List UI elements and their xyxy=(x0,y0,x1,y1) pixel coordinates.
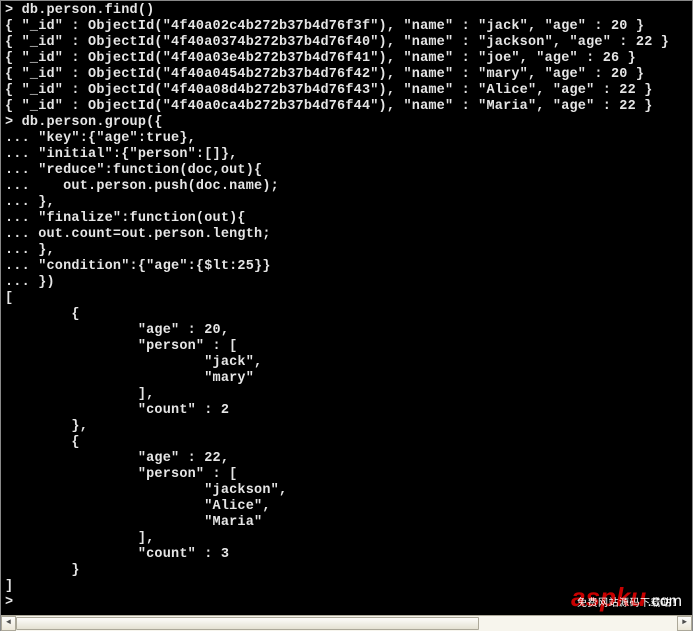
scroll-left-button[interactable]: ◄ xyxy=(1,616,16,631)
chevron-right-icon: ► xyxy=(682,615,687,631)
scroll-right-button[interactable]: ► xyxy=(677,616,692,631)
scroll-thumb[interactable] xyxy=(16,617,479,630)
chevron-left-icon: ◄ xyxy=(6,615,11,631)
terminal-output: > db.person.find() { "_id" : ObjectId("4… xyxy=(1,1,692,616)
scroll-track[interactable] xyxy=(16,616,677,631)
horizontal-scrollbar[interactable]: ◄ ► xyxy=(1,615,692,630)
terminal-content: > db.person.find() { "_id" : ObjectId("4… xyxy=(5,3,669,610)
